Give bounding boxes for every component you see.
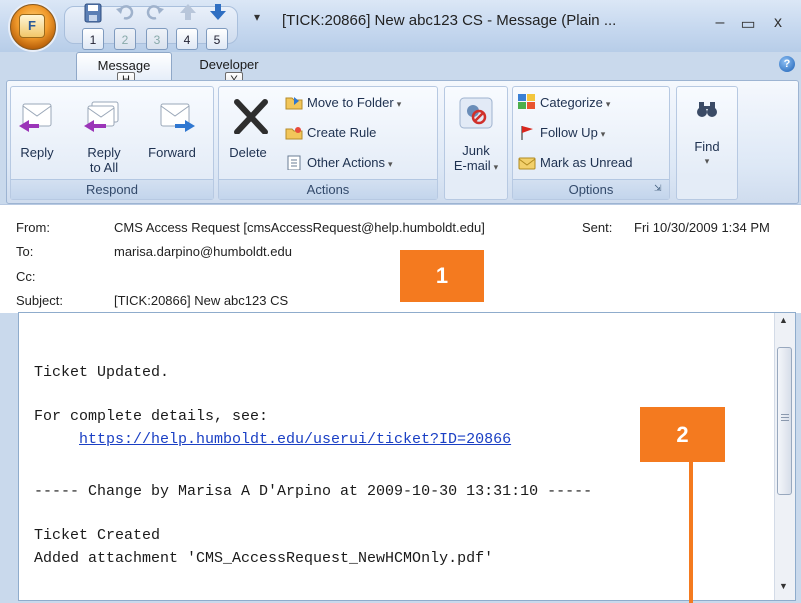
group-actions-label: Actions (219, 179, 437, 199)
group-options-label: Options (513, 179, 669, 199)
junk-label-2: E-mail (453, 158, 491, 173)
forward-label: Forward (148, 145, 196, 160)
reply-all-icon (84, 101, 119, 132)
callout-2: 2 (640, 407, 725, 462)
move-to-folder-button[interactable]: Move to Folder ▾ (285, 92, 401, 114)
reply-all-label-2: to All (89, 160, 119, 175)
help-icon[interactable]: ? (779, 56, 795, 72)
up-arrow-icon[interactable] (176, 2, 200, 22)
create-rule-button[interactable]: Create Rule (285, 122, 376, 144)
scroll-down-arrow-icon[interactable]: ▼ (779, 581, 788, 591)
create-rule-icon (285, 127, 303, 140)
qat-keytip-3[interactable]: 3 (146, 28, 168, 50)
qat-keytip-5[interactable]: 5 (206, 28, 228, 50)
find-dropdown-icon: ▾ (704, 156, 710, 166)
find-label: Find (694, 139, 720, 154)
binoculars-icon (697, 102, 717, 117)
qat-keytip-2[interactable]: 2 (114, 28, 136, 50)
mark-as-unread-label: Mark as Unread (540, 155, 633, 170)
move-to-folder-icon (285, 97, 303, 110)
group-respond-label: Respond (11, 179, 213, 199)
down-arrow-icon[interactable] (206, 2, 230, 22)
qat-keytip-4[interactable]: 4 (176, 28, 198, 50)
subject-label: Subject: (16, 293, 63, 308)
office-button[interactable]: F (10, 4, 56, 50)
delete-x-icon (234, 99, 268, 135)
callout-1: 1 (400, 250, 484, 302)
mark-as-unread-button[interactable]: Mark as Unread (518, 152, 632, 174)
cc-label: Cc: (16, 269, 36, 284)
categorize-button[interactable]: Categorize ▾ (518, 92, 610, 114)
body-line-details: For complete details, see: (34, 408, 269, 425)
window-title: [TICK:20866] New abc123 CS - Message (Pl… (282, 12, 617, 29)
forward-icon (160, 103, 195, 132)
mark-unread-icon (518, 157, 536, 170)
save-icon[interactable] (80, 2, 106, 24)
maximize-button[interactable]: ▭ (734, 14, 762, 34)
title-bar: F 1 2 3 4 5 ▾ [TICK:20866] New abc123 CS… (0, 0, 801, 52)
customize-qat-icon[interactable]: ▾ (254, 10, 260, 24)
junk-email-button[interactable]: Junk E-mail ▾ (446, 96, 506, 175)
other-actions-button[interactable]: Other Actions ▾ (285, 152, 393, 174)
delete-button[interactable]: Delete (222, 98, 274, 160)
to-label: To: (16, 244, 34, 259)
scrollbar-thumb[interactable] (777, 347, 792, 495)
follow-up-button[interactable]: Follow Up ▾ (518, 122, 605, 144)
delete-label: Delete (229, 145, 267, 160)
create-rule-label: Create Rule (307, 125, 377, 140)
subject-value: [TICK:20866] New abc123 CS (114, 293, 289, 308)
tab-developer-label: Developer (199, 57, 259, 72)
from-value[interactable]: CMS Access Request [cmsAccessRequest@hel… (114, 220, 485, 235)
callout-2-pointer-line (689, 462, 693, 603)
move-to-folder-label: Move to Folder (307, 95, 394, 110)
body-line-attachment: Added attachment 'CMS_AccessRequest_NewH… (34, 550, 494, 567)
body-line-ticket-updated: Ticket Updated. (34, 364, 170, 381)
sent-value: Fri 10/30/2009 1:34 PM (634, 220, 770, 235)
junk-label-1: Junk (462, 143, 490, 158)
scroll-up-arrow-icon[interactable]: ▲ (779, 315, 788, 325)
reply-label: Reply (20, 145, 54, 160)
reply-button[interactable]: Reply (14, 98, 60, 160)
ticket-link[interactable]: https://help.humboldt.edu/userui/ticket?… (79, 431, 511, 448)
sent-label: Sent: (582, 220, 613, 235)
body-line-ticket-created: Ticket Created (34, 527, 161, 544)
find-button[interactable]: Find ▾ (678, 98, 736, 169)
forward-button[interactable]: Forward (140, 98, 204, 160)
from-label: From: (16, 220, 50, 235)
qat-keytip-1[interactable]: 1 (82, 28, 104, 50)
options-dialog-launcher-icon[interactable]: ⇲ (654, 183, 662, 194)
vertical-scrollbar[interactable]: ▲ ▼ (774, 313, 795, 600)
other-actions-label: Other Actions (307, 155, 386, 170)
office-button-keytip: F (19, 14, 45, 38)
reply-all-button[interactable]: Reply to All (80, 98, 128, 175)
follow-up-label: Follow Up (540, 125, 598, 140)
categorize-icon (518, 94, 535, 109)
to-value[interactable]: marisa.darpino@humboldt.edu (114, 244, 292, 259)
reply-icon (19, 103, 52, 132)
tab-message-label: Message (97, 58, 151, 73)
junk-email-icon (459, 97, 493, 129)
other-actions-icon (287, 155, 301, 170)
red-flag-icon (521, 126, 533, 140)
reply-all-label-1: Reply (87, 145, 121, 160)
close-button[interactable]: x (764, 14, 792, 32)
body-line-change: ----- Change by Marisa A D'Arpino at 200… (34, 483, 593, 500)
undo-icon[interactable] (114, 2, 136, 22)
redo-icon[interactable] (144, 2, 166, 22)
categorize-label: Categorize (540, 95, 603, 110)
minimize-button[interactable]: – (706, 14, 734, 32)
